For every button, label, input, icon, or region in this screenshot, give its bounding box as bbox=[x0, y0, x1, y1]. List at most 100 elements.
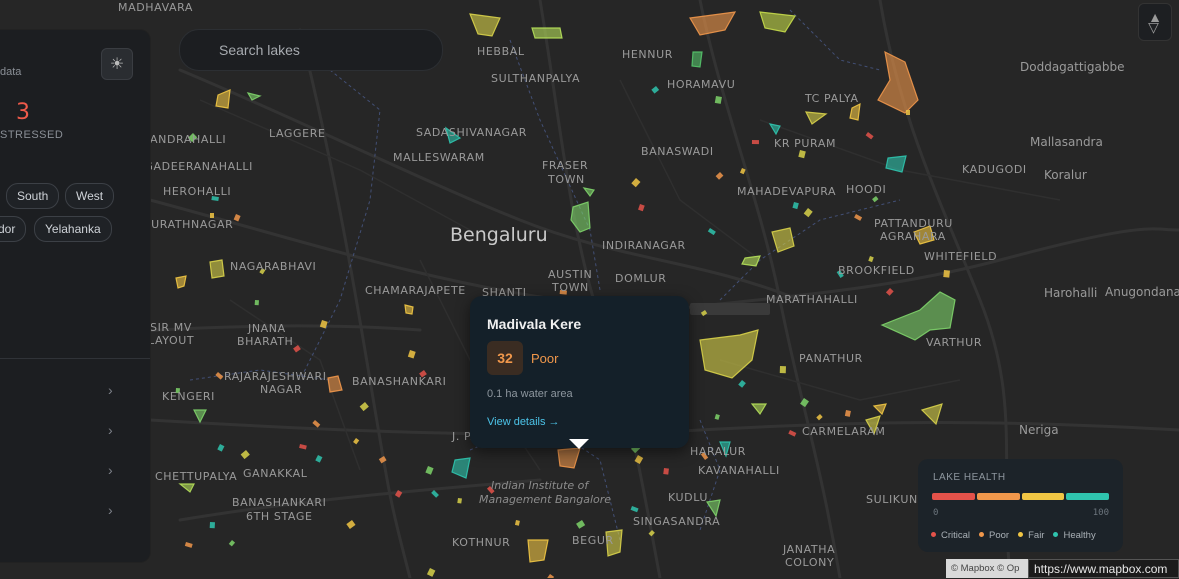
lake-marker[interactable] bbox=[779, 366, 786, 374]
data-caption: data bbox=[0, 66, 22, 78]
legend-key-poor: Poor bbox=[979, 530, 1009, 541]
place-label: GANAKKAL bbox=[243, 467, 308, 480]
chevron-right-icon[interactable]: › bbox=[108, 462, 113, 478]
place-label: HARALUR bbox=[690, 445, 746, 458]
place-label: HEROHALLI bbox=[163, 185, 232, 198]
place-label: SULTHANPALYA bbox=[491, 72, 581, 85]
place-label: NAGARABHAVI bbox=[230, 260, 317, 273]
legend-gradient bbox=[932, 493, 1109, 500]
place-label: NAGAR bbox=[260, 383, 303, 396]
health-score-badge: 32 bbox=[487, 341, 523, 375]
map-attribution[interactable]: © Mapbox © Op bbox=[946, 559, 1033, 578]
place-label: SINGASANDRA bbox=[633, 515, 721, 528]
place-label: KR PURAM bbox=[774, 137, 837, 150]
lake-marker[interactable] bbox=[751, 140, 759, 145]
place-label: JNANA bbox=[248, 322, 286, 335]
place-label: HEBBAL bbox=[477, 45, 525, 58]
chip-yelahanka[interactable]: Yelahanka bbox=[34, 216, 112, 242]
legend-title: LAKE HEALTH bbox=[933, 472, 1006, 483]
place-label: JANATHA bbox=[783, 543, 836, 556]
legend-key-healthy: Healthy bbox=[1053, 530, 1096, 541]
lake-name: Madivala Kere bbox=[487, 316, 582, 332]
place-label: SADASHIVANAGAR bbox=[416, 126, 528, 139]
chevron-right-icon[interactable]: › bbox=[108, 422, 113, 438]
place-label: HOODI bbox=[846, 183, 887, 196]
legend-min: 0 bbox=[933, 508, 939, 518]
place-label: MALLESWARAM bbox=[393, 151, 485, 164]
place-label: TOWN bbox=[548, 173, 585, 186]
compass-button[interactable]: ▲ ▽ bbox=[1138, 3, 1172, 41]
place-label: BANASWADI bbox=[641, 145, 714, 158]
place-label: Anugondanahalli bbox=[1105, 285, 1179, 299]
place-label: SULIKUN bbox=[866, 493, 918, 506]
place-label: BANASHANKARI bbox=[232, 496, 327, 509]
lake-marker[interactable] bbox=[254, 300, 259, 306]
place-label: RAJARAJESHWARI bbox=[224, 370, 327, 383]
place-label: BROOKFIELD bbox=[838, 264, 915, 277]
lake-marker[interactable] bbox=[943, 270, 950, 278]
lake-popup: Madivala Kere 32 Poor 0.1 ha water area … bbox=[470, 296, 689, 449]
water-area: 0.1 ha water area bbox=[487, 388, 573, 400]
place-label: HORAMAVU bbox=[667, 78, 736, 91]
stressed-caption: STRESSED bbox=[0, 129, 64, 141]
stressed-count: 3 bbox=[16, 100, 30, 125]
place-label: MAHADEVAPURA bbox=[737, 185, 837, 198]
legend-key-fair: Fair bbox=[1018, 530, 1044, 541]
lake-marker[interactable] bbox=[906, 110, 910, 115]
place-label: CARMELARAM bbox=[802, 425, 886, 438]
place-label: PANATHUR bbox=[799, 352, 863, 365]
place-label: KUDLU bbox=[668, 491, 709, 504]
lake-marker[interactable] bbox=[457, 497, 462, 504]
institute-label-2: Management Bangalore bbox=[479, 493, 612, 506]
search-input[interactable] bbox=[180, 30, 442, 70]
place-label: BEGUR bbox=[572, 534, 614, 547]
place-label: INDIRANAGAR bbox=[602, 239, 686, 252]
search-box[interactable] bbox=[179, 29, 443, 71]
city-label: Bengaluru bbox=[450, 224, 548, 246]
place-label: CHAMARAJAPETE bbox=[365, 284, 466, 297]
place-label: Neriga bbox=[1019, 423, 1059, 437]
chip-west[interactable]: West bbox=[65, 183, 115, 209]
place-label: TOWN bbox=[552, 281, 589, 294]
filter-sidebar: data ☀ 3 STRESSED South West dor Yelahan… bbox=[0, 30, 150, 562]
place-label: BHARATH bbox=[237, 335, 294, 348]
place-label: KAVANAHALLI bbox=[698, 464, 780, 477]
sidebar-divider bbox=[0, 358, 150, 359]
place-label: LAYOUT bbox=[148, 334, 195, 347]
place-label: Doddagattigabbe bbox=[1020, 60, 1125, 74]
place-label: FRASER bbox=[542, 159, 589, 172]
chip-corridor[interactable]: dor bbox=[0, 216, 27, 242]
place-label: KENGERI bbox=[162, 390, 215, 403]
place-label: AUSTIN bbox=[548, 268, 593, 281]
chevron-right-icon[interactable]: › bbox=[108, 382, 113, 398]
place-label: CHETTUPALYA bbox=[155, 470, 238, 483]
place-label: KOTHNUR bbox=[452, 536, 511, 549]
place-label: 6TH STAGE bbox=[246, 510, 313, 523]
compass-icon: ▲ ▽ bbox=[1148, 9, 1162, 35]
place-label: MARATHAHALLI bbox=[766, 293, 858, 306]
link-url-tooltip: https://www.mapbox.com bbox=[1028, 559, 1179, 578]
popup-tip bbox=[569, 439, 589, 449]
chevron-right-icon[interactable]: › bbox=[108, 502, 113, 518]
lake-marker[interactable] bbox=[714, 95, 722, 104]
place-label: WHITEFIELD bbox=[924, 250, 998, 263]
place-label: LAGGERE bbox=[269, 127, 326, 140]
place-label: Koralur bbox=[1044, 168, 1087, 182]
lake-marker[interactable] bbox=[209, 522, 215, 529]
place-label: TC PALYA bbox=[805, 92, 859, 105]
place-label: AGRAHARA bbox=[880, 230, 946, 243]
sun-settings-icon[interactable]: ☀ bbox=[101, 48, 133, 80]
place-label: ANDRAHALLI bbox=[150, 133, 227, 146]
place-label: MADHAVARA bbox=[118, 1, 194, 14]
place-label: BANASHANKARI bbox=[352, 375, 447, 388]
view-details-link[interactable]: View details → bbox=[487, 416, 560, 428]
legend-max: 100 bbox=[1092, 508, 1109, 518]
legend-keys: Critical Poor Fair Healthy bbox=[931, 530, 1096, 541]
place-label: Mallasandra bbox=[1030, 135, 1103, 149]
place-label: SIR MV bbox=[150, 321, 192, 334]
lake-marker[interactable] bbox=[663, 468, 669, 475]
chip-south[interactable]: South bbox=[6, 183, 60, 209]
place-label: BURATHNAGAR bbox=[143, 218, 234, 231]
place-label: DOMLUR bbox=[615, 272, 667, 285]
place-label: VARTHUR bbox=[926, 336, 983, 349]
